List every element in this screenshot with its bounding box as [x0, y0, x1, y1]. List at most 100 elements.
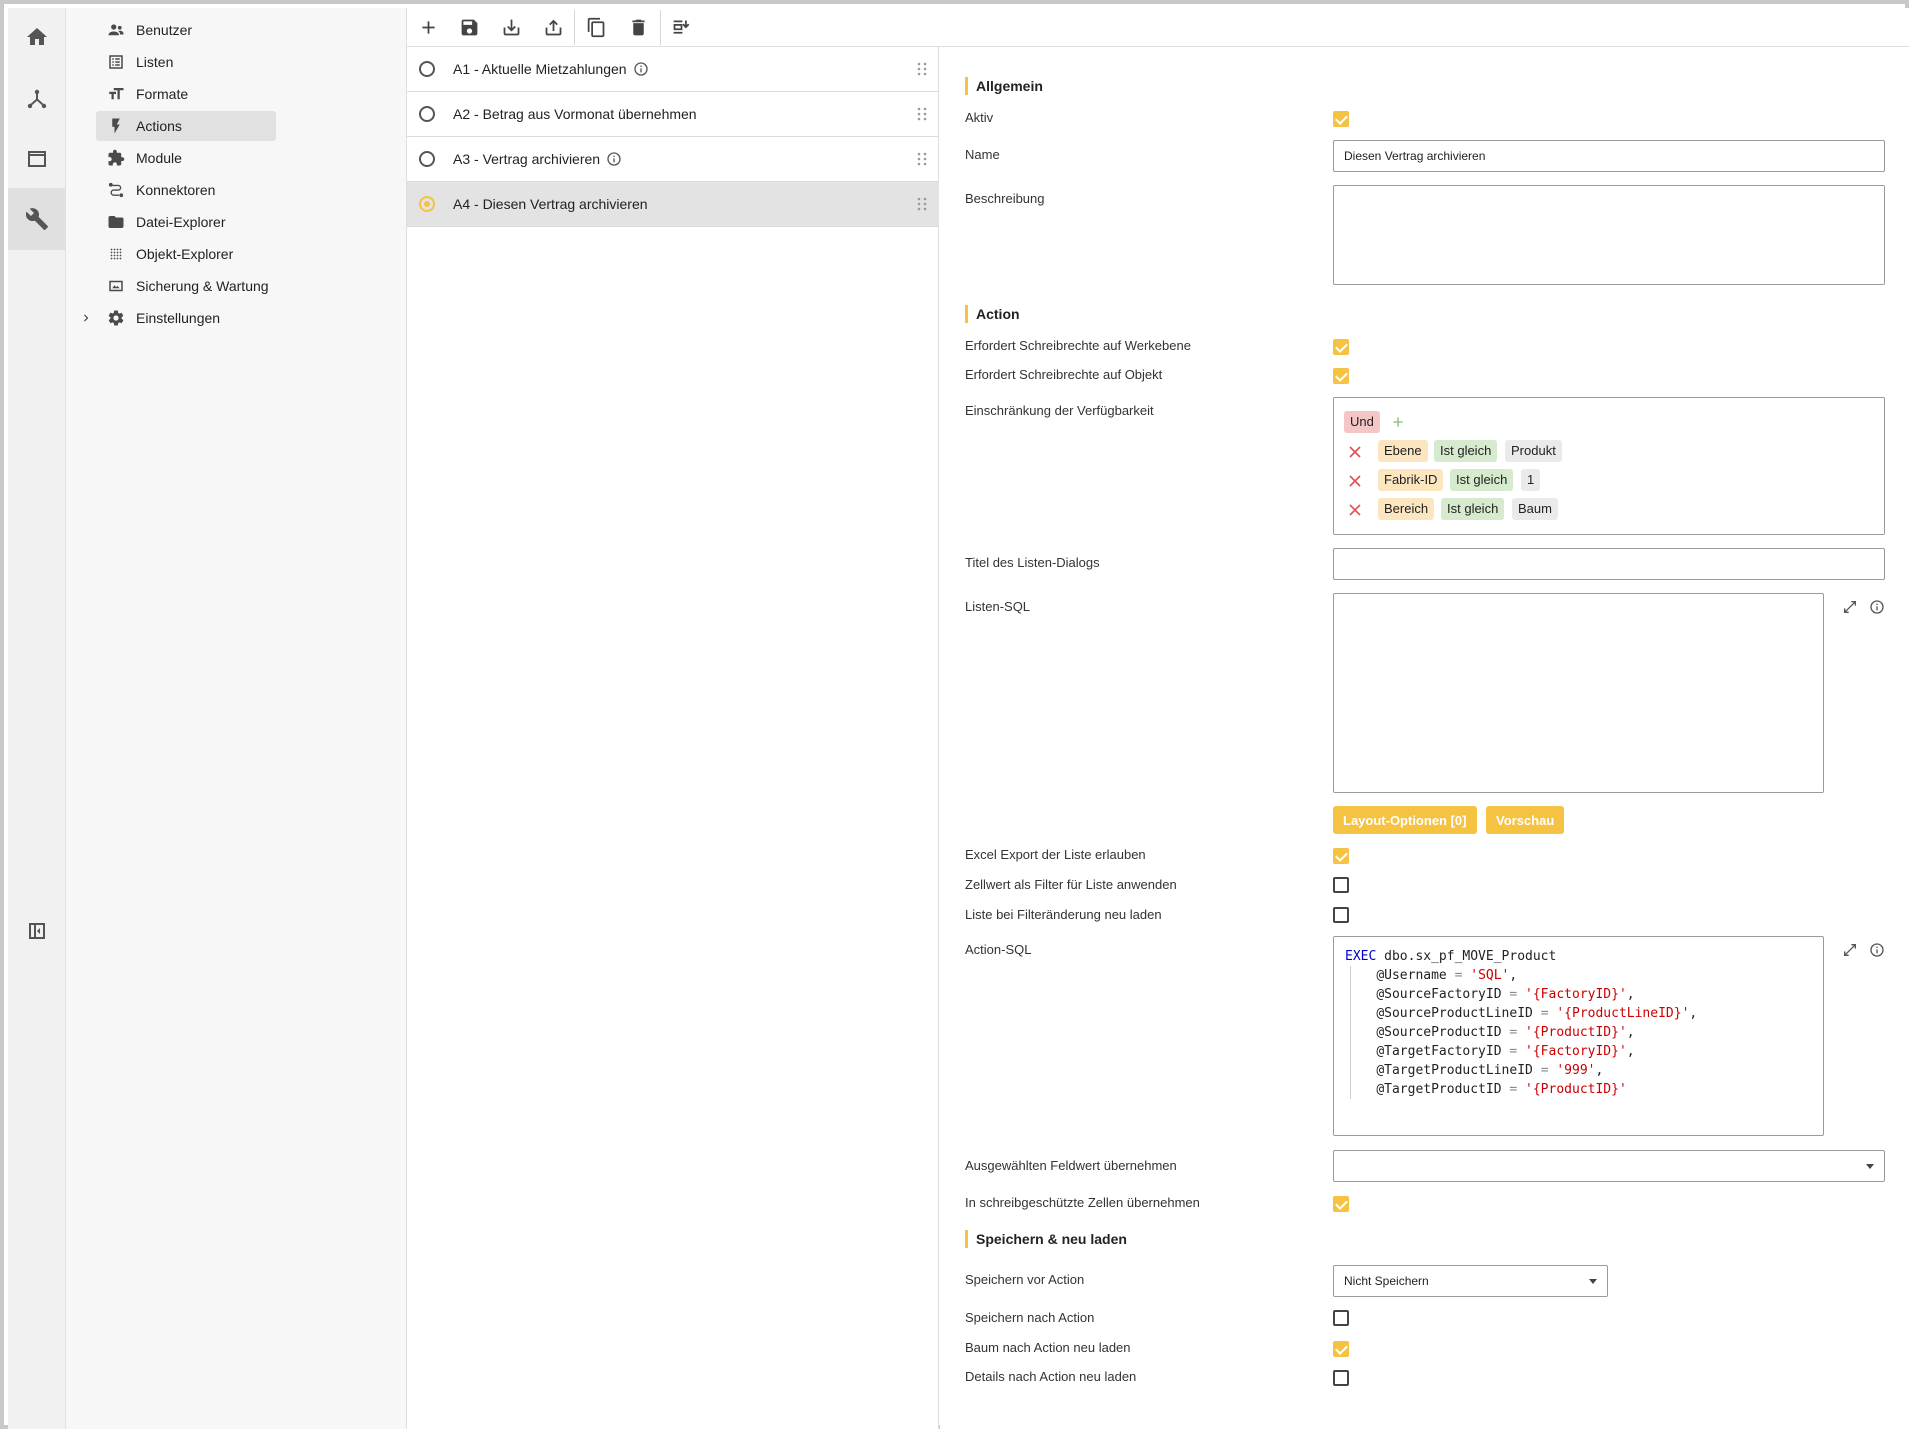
remove-condition-icon[interactable]	[1348, 503, 1362, 517]
drag-handle-icon[interactable]	[917, 62, 927, 76]
radio-button[interactable]	[419, 61, 435, 77]
nav-item-sicherung[interactable]: Sicherung & Wartung	[96, 271, 296, 301]
list-sql-editor[interactable]	[1333, 593, 1824, 793]
nav-item-label: Module	[136, 150, 182, 166]
remove-condition-icon[interactable]	[1348, 445, 1362, 459]
list-item[interactable]: A4 - Diesen Vertrag archivieren	[407, 182, 939, 227]
nav-item-label: Listen	[136, 54, 174, 70]
filter-operator-value-tag[interactable]: Ist gleich	[1450, 469, 1514, 491]
select-value: Nicht Speichern	[1344, 1274, 1429, 1288]
reorder-icon[interactable]	[665, 12, 697, 42]
sql-string: '999'	[1556, 1063, 1596, 1078]
wrench-icon[interactable]	[8, 188, 66, 250]
sql-param: @SourceProductLineID	[1376, 1006, 1533, 1021]
filter-value-tag[interactable]: Baum	[1512, 498, 1558, 520]
checkbox-req-write-object[interactable]	[1333, 368, 1349, 384]
home-icon[interactable]	[8, 8, 66, 66]
filter-field-tag[interactable]: Bereich	[1378, 498, 1435, 520]
info-icon[interactable]	[1869, 942, 1887, 960]
sql-separator: ,	[1626, 1044, 1635, 1059]
radio-button[interactable]	[419, 151, 435, 167]
nav-item-einstellungen[interactable]: Einstellungen	[96, 303, 276, 333]
nav-item-formate[interactable]: Formate	[96, 79, 276, 109]
remove-condition-icon[interactable]	[1348, 474, 1362, 488]
gear-icon	[96, 309, 136, 327]
toolbar-divider	[574, 10, 575, 45]
sql-param: @Username	[1376, 968, 1447, 983]
checkbox-aktiv[interactable]	[1333, 111, 1349, 127]
nav-item-benutzer[interactable]: Benutzer	[96, 15, 276, 45]
add-icon[interactable]	[412, 12, 444, 42]
checkbox-readonly-cells[interactable]	[1333, 1196, 1349, 1212]
hierarchy-icon[interactable]	[8, 70, 66, 128]
copy-icon[interactable]	[580, 12, 612, 42]
beschreibung-textarea[interactable]	[1333, 185, 1885, 285]
checkbox-reload-tree[interactable]	[1333, 1341, 1349, 1357]
filter-field-tag[interactable]: Fabrik-ID	[1378, 469, 1444, 491]
info-icon[interactable]	[633, 61, 649, 77]
action-list: A1 - Aktuelle Mietzahlungen A2 - Betrag …	[407, 47, 939, 1429]
filter-operator-tag[interactable]: Und	[1344, 411, 1380, 433]
expand-icon[interactable]	[1842, 942, 1860, 960]
layout-icon[interactable]	[8, 130, 66, 188]
label-reload-on-filter: Liste bei Filteränderung neu laden	[965, 907, 1162, 922]
radio-button[interactable]	[419, 196, 435, 212]
drag-handle-icon[interactable]	[917, 107, 927, 121]
backup-icon	[96, 277, 136, 295]
sql-separator: ,	[1509, 968, 1518, 983]
checkbox-excel-export[interactable]	[1333, 848, 1349, 864]
drag-handle-icon[interactable]	[917, 152, 927, 166]
list-item[interactable]: A3 - Vertrag archivieren	[407, 137, 939, 182]
delete-icon[interactable]	[622, 12, 654, 42]
nav-item-konnektoren[interactable]: Konnektoren	[96, 175, 276, 205]
list-item[interactable]: A1 - Aktuelle Mietzahlungen	[407, 47, 939, 92]
sql-text: dbo.sx_pf_MOVE_Product	[1376, 949, 1557, 964]
nav-item-actions[interactable]: Actions	[96, 111, 276, 141]
info-icon[interactable]	[1869, 599, 1887, 617]
expand-icon[interactable]	[1842, 599, 1860, 617]
preview-button[interactable]: Vorschau	[1486, 806, 1565, 834]
filter-value-tag[interactable]: Produkt	[1505, 440, 1562, 462]
upload-icon[interactable]	[537, 12, 569, 42]
nav-item-label: Objekt-Explorer	[136, 246, 234, 262]
info-icon[interactable]	[606, 151, 622, 167]
section-heading-general: Allgemein	[965, 77, 1043, 95]
toolbar-divider	[660, 10, 661, 45]
sql-separator: ,	[1626, 987, 1635, 1002]
save-before-select[interactable]: Nicht Speichern	[1333, 1265, 1608, 1297]
checkbox-req-write-level[interactable]	[1333, 339, 1349, 355]
layout-options-button[interactable]: Layout-Optionen [0]	[1333, 806, 1477, 834]
checkbox-reload-details[interactable]	[1333, 1370, 1349, 1386]
folder-icon	[96, 213, 136, 231]
save-icon[interactable]	[453, 12, 485, 42]
filter-field-tag[interactable]: Ebene	[1378, 440, 1428, 462]
panel-toggle-icon[interactable]	[8, 902, 66, 960]
action-sql-editor[interactable]: EXEC dbo.sx_pf_MOVE_Product @Username = …	[1333, 936, 1824, 1136]
drag-handle-icon[interactable]	[917, 197, 927, 211]
sql-param: @TargetFactoryID	[1376, 1044, 1502, 1059]
list-dialog-title-input[interactable]	[1333, 548, 1885, 580]
sql-string: '{ProductID}'	[1525, 1082, 1627, 1097]
list-item[interactable]: A2 - Betrag aus Vormonat übernehmen	[407, 92, 939, 137]
nav-item-module[interactable]: Module	[96, 143, 276, 173]
name-input[interactable]: Diesen Vertrag archivieren	[1333, 140, 1885, 172]
nav-item-objekt-explorer[interactable]: Objekt-Explorer	[96, 239, 276, 269]
filter-operator-value-tag[interactable]: Ist gleich	[1434, 440, 1498, 462]
details-panel: Allgemein Aktiv Name Diesen Vertrag arch…	[940, 47, 1909, 1429]
chevron-right-icon[interactable]	[76, 303, 96, 333]
icon-rail	[8, 8, 66, 1429]
checkbox-cell-as-filter[interactable]	[1333, 877, 1349, 893]
add-condition-icon[interactable]	[1390, 414, 1406, 430]
radio-button[interactable]	[419, 106, 435, 122]
filter-operator-value-tag[interactable]: Ist gleich	[1441, 498, 1505, 520]
checkbox-reload-on-filter[interactable]	[1333, 907, 1349, 923]
nav-item-datei-explorer[interactable]: Datei-Explorer	[96, 207, 276, 237]
nav-item-listen[interactable]: Listen	[96, 47, 276, 77]
toolbar	[407, 8, 1909, 47]
checkbox-save-after[interactable]	[1333, 1310, 1349, 1326]
filter-value-tag[interactable]: 1	[1521, 469, 1541, 491]
list-item-label: A1 - Aktuelle Mietzahlungen	[453, 61, 627, 77]
connector-icon	[96, 181, 136, 199]
download-icon[interactable]	[495, 12, 527, 42]
take-field-value-select[interactable]	[1333, 1150, 1885, 1182]
